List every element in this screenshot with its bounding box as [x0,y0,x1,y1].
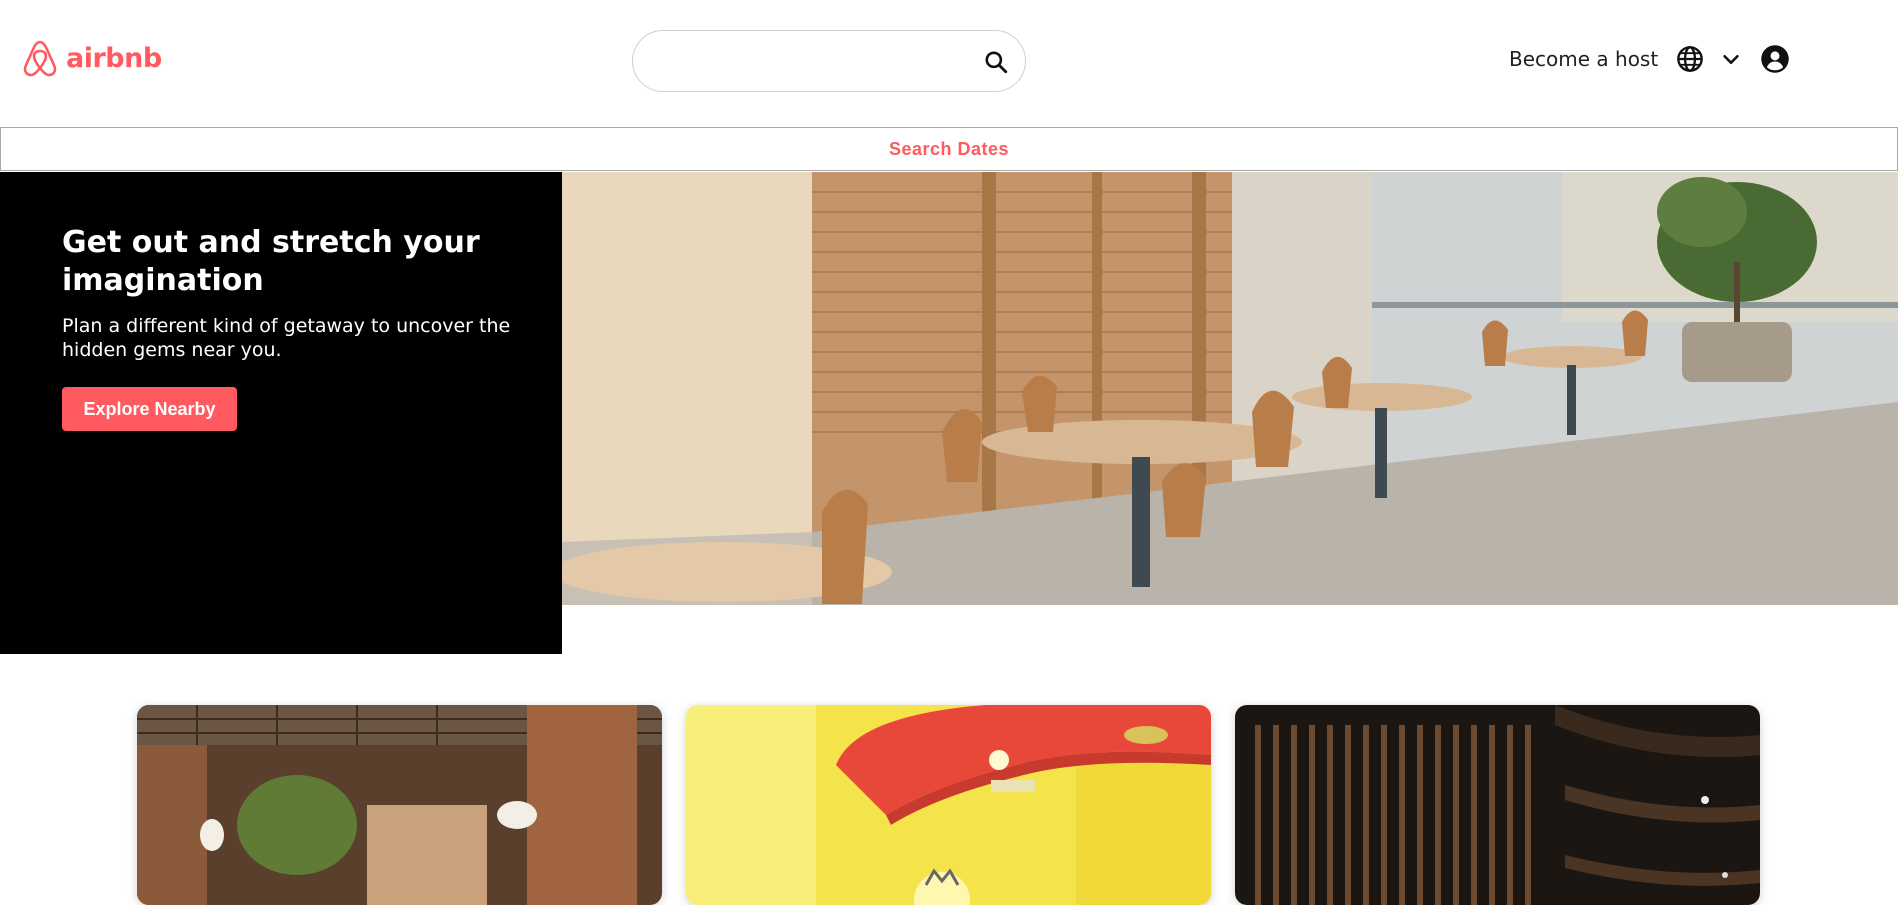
header-actions: Become a host [1509,44,1790,74]
card-image [1235,705,1760,905]
hero-title: Get out and stretch your imagination [62,225,480,298]
search-input[interactable] [653,43,957,81]
hero-image [562,172,1898,605]
explore-nearby-button[interactable]: Explore Nearby [62,387,237,431]
search-dates-button[interactable]: Search Dates [0,127,1898,171]
become-host-link[interactable]: Become a host [1509,47,1658,71]
card-image [686,705,1211,905]
logo-wordmark: airbnb [66,42,162,74]
hero-subtitle: Plan a different kind of getaway to unco… [62,315,511,361]
search-bar[interactable] [632,30,1026,92]
airbnb-logo-icon [23,40,57,77]
card-image [137,705,662,905]
experience-card[interactable] [1235,705,1760,905]
user-account-icon[interactable] [1760,44,1790,74]
airbnb-logo[interactable]: airbnb [22,38,162,78]
experience-card[interactable] [137,705,662,905]
search-dates-label: Search Dates [888,138,1010,159]
globe-icon[interactable] [1676,45,1704,73]
experience-card[interactable] [686,705,1211,905]
search-icon[interactable] [983,49,1009,75]
chevron-down-icon[interactable] [1720,48,1742,70]
top-navigation-bar: airbnb Become a host [0,0,1898,126]
